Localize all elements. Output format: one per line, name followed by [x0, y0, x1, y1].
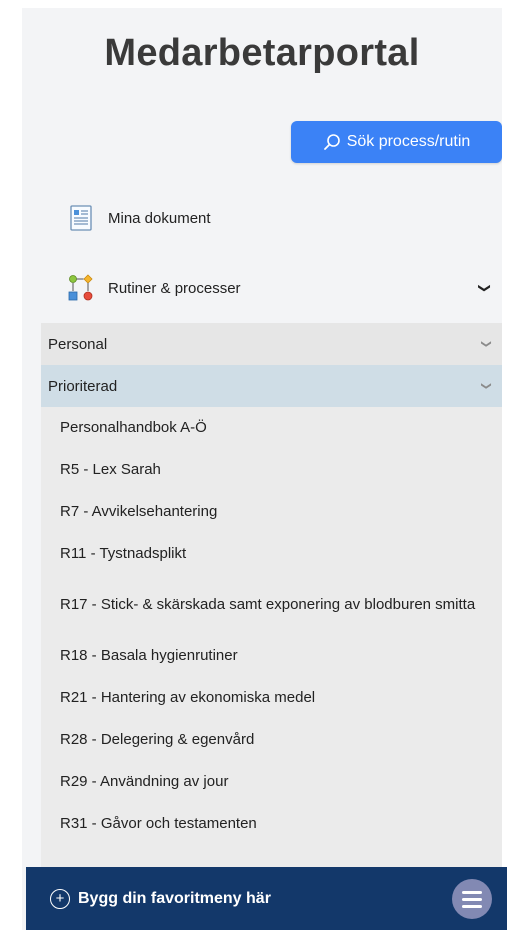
nav-item-my-documents[interactable]: Mina dokument: [41, 183, 502, 253]
favorite-menu-bar[interactable]: + Bygg din favoritmeny här: [26, 867, 507, 930]
nav-item-label: Rutiner & processer: [108, 279, 241, 297]
category-prioriterad[interactable]: Prioriterad ❯: [41, 365, 502, 407]
nav-item-label: Mina dokument: [108, 209, 211, 227]
search-icon: [323, 134, 340, 150]
list-item[interactable]: Personalhandbok A-Ö: [41, 407, 502, 449]
list-item[interactable]: R28 - Delegering & egenvård: [41, 719, 502, 761]
category-personal[interactable]: Personal ❯: [41, 323, 502, 365]
favorite-menu-label: Bygg din favoritmeny här: [78, 889, 271, 907]
list-item[interactable]: R17 - Stick- & skärskada samt exponering…: [41, 575, 502, 635]
list-item[interactable]: R7 - Avvikelsehantering: [41, 491, 502, 533]
nav-item-routines-processes[interactable]: Rutiner & processer ❯: [41, 253, 502, 323]
prioritized-routine-list: Personalhandbok A-Ö R5 - Lex Sarah R7 - …: [41, 407, 502, 887]
plus-circle-icon: +: [50, 888, 70, 909]
chevron-down-icon: ❯: [480, 381, 492, 391]
search-button-label: Sök process/rutin: [346, 133, 471, 150]
list-item[interactable]: R21 - Hantering av ekonomiska medel: [41, 677, 502, 719]
main-navigation: Mina dokument Rutiner & processer ❯ Pers…: [41, 183, 502, 887]
chevron-down-icon: ❯: [480, 339, 492, 349]
sidebar-panel: Medarbetarportal Sök process/rutin Mina …: [22, 8, 502, 930]
search-button[interactable]: Sök process/rutin: [291, 121, 502, 163]
document-icon: [68, 204, 94, 232]
list-item[interactable]: R11 - Tystnadsplikt: [41, 533, 502, 575]
hamburger-menu-icon: [462, 890, 482, 894]
category-label: Personal: [48, 335, 108, 353]
process-flow-icon: [68, 274, 94, 302]
hamburger-menu-button[interactable]: [452, 879, 492, 919]
list-item[interactable]: R31 - Gåvor och testamenten: [41, 803, 502, 845]
list-item[interactable]: R5 - Lex Sarah: [41, 449, 502, 491]
page-title: Medarbetarportal: [104, 32, 420, 74]
chevron-down-icon[interactable]: ❯: [478, 283, 492, 293]
category-label: Prioriterad: [48, 377, 118, 395]
list-item[interactable]: R18 - Basala hygienrutiner: [41, 635, 502, 677]
list-item[interactable]: R29 - Användning av jour: [41, 761, 502, 803]
